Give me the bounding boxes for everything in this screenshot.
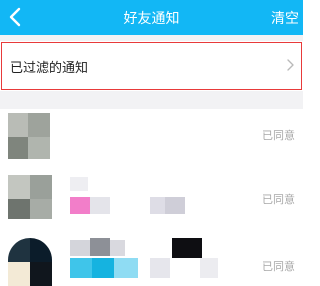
list-item[interactable]: 已同意	[0, 109, 303, 164]
status-badge: 已同意	[262, 129, 295, 142]
page-title: 好友通知	[123, 11, 180, 27]
chevron-right-icon	[287, 59, 294, 71]
status-badge: 已同意	[262, 260, 295, 273]
section-gap	[0, 91, 303, 109]
divider	[0, 35, 303, 41]
clear-button[interactable]: 清空	[271, 8, 299, 28]
list-item[interactable]: 已同意	[0, 167, 303, 227]
filtered-notifications-label: 已过滤的通知	[10, 61, 89, 76]
filtered-notifications-row[interactable]: 已过滤的通知	[1, 42, 302, 90]
list-item[interactable]: 已同意	[0, 230, 303, 286]
status-badge: 已同意	[262, 193, 295, 206]
top-bar: 好友通知 清空	[0, 0, 303, 35]
